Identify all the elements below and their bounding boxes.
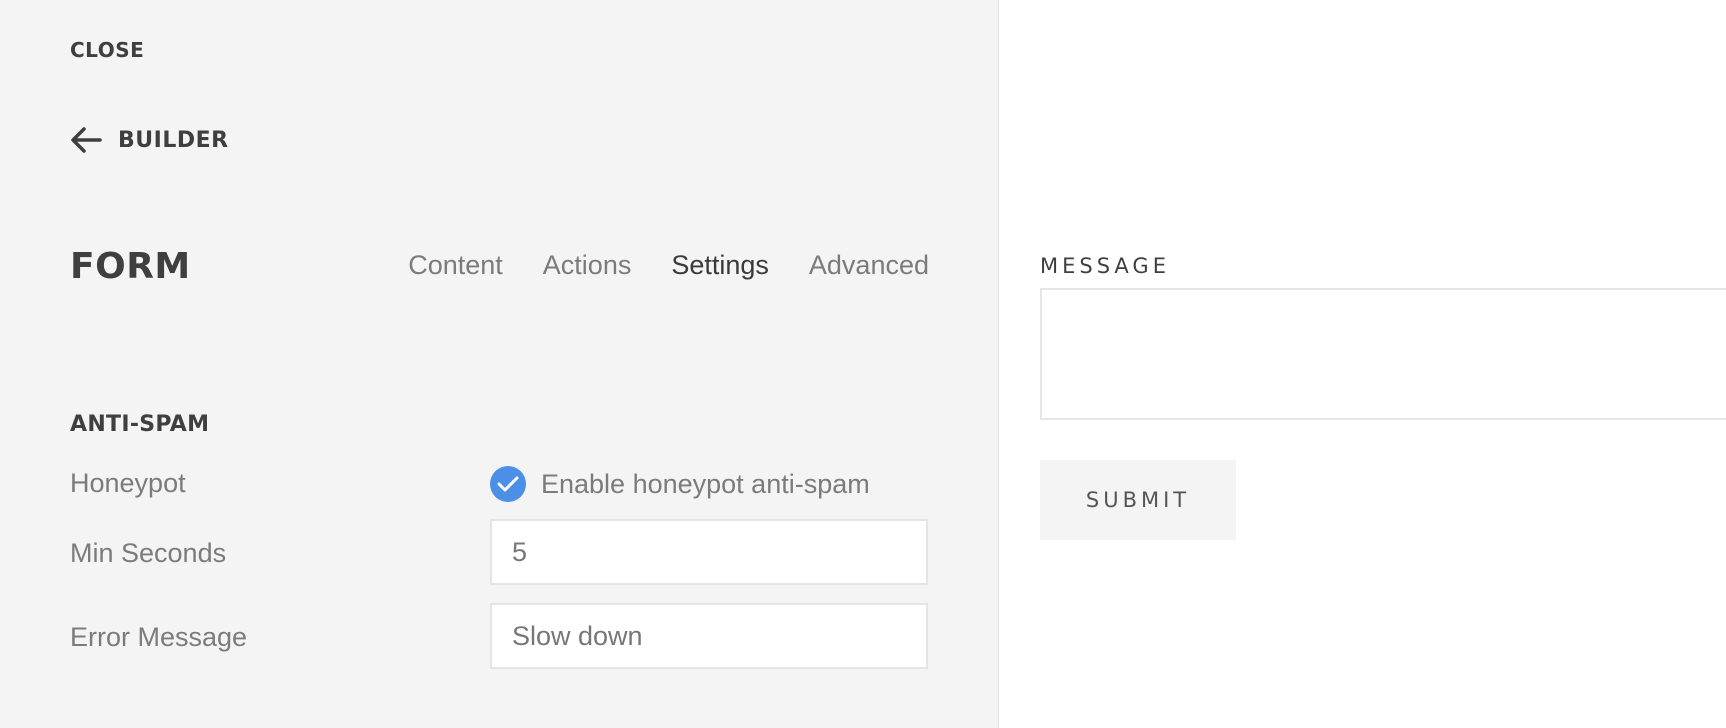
tab-settings[interactable]: Settings [671, 250, 769, 281]
min-seconds-label: Min Seconds [70, 538, 227, 568]
message-textarea[interactable] [1040, 288, 1726, 420]
section-title-anti-spam: ANTI-SPAM [70, 412, 210, 437]
checkmark-icon [490, 466, 526, 502]
arrow-left-icon [70, 126, 102, 154]
back-label: BUILDER [118, 127, 229, 153]
tab-content[interactable]: Content [408, 250, 503, 281]
tab-bar: Content Actions Settings Advanced [408, 250, 929, 281]
min-seconds-input[interactable] [490, 519, 928, 585]
message-field-label: MESSAGE [1040, 254, 1170, 278]
error-message-label: Error Message [70, 622, 248, 652]
tab-actions[interactable]: Actions [543, 250, 632, 281]
error-message-input[interactable] [490, 603, 928, 669]
tab-advanced[interactable]: Advanced [809, 250, 929, 281]
submit-button[interactable]: SUBMIT [1040, 460, 1236, 540]
back-to-builder-button[interactable]: BUILDER [70, 124, 229, 156]
close-button[interactable]: CLOSE [70, 38, 144, 62]
settings-panel: CLOSE BUILDER FORM Content Actions Setti… [0, 0, 999, 728]
honeypot-checkbox-label: Enable honeypot anti-spam [541, 468, 870, 499]
honeypot-checkbox[interactable]: Enable honeypot anti-spam [490, 466, 870, 502]
panel-title: FORM [70, 246, 191, 287]
honeypot-label: Honeypot [70, 468, 186, 498]
